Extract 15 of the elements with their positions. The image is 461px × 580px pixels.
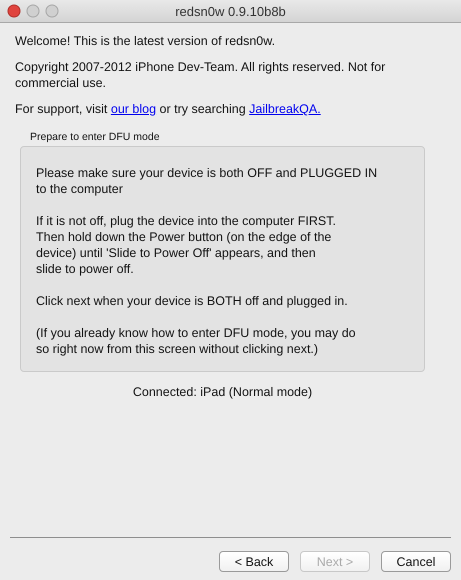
wizard-button[interactable]: Cancel	[381, 551, 451, 572]
blog-link[interactable]: our blog	[110, 102, 156, 116]
intro-text: Copyright 2007-2012 iPhone Dev-Team. All rights reserved. Not for commercial use.	[15, 59, 386, 91]
support-text: For support, visit our blog or try searching JailbreakQA.	[15, 101, 322, 117]
group-label: Prepare to enter DFU mode	[30, 131, 161, 143]
connection-status: Connected: iPad (Normal mode)	[132, 385, 314, 399]
window-title: redsn0w 0.9.10b8b	[175, 4, 286, 18]
instruction-text: Please make sure your device is both OFF and PLUGGED IN to the computer	[36, 165, 378, 197]
jailbreakqa-link[interactable]: JailbreakQA.	[249, 102, 321, 116]
instruction-text: (If you already know how to enter DFU mode, you may do so right now from this screen without clicking next.)	[36, 325, 357, 357]
wizard-button[interactable]: < Back	[219, 551, 289, 572]
instruction-text: If it is not off, plug the device into the computer FIRST. Then hold down the Power button (on the edge of the device) until 'Slide to Power Off' appears, and then slide to power off.	[36, 213, 337, 277]
window-controls-icon[interactable]	[7, 4, 59, 18]
intro-text: Welcome! This is the latest version of redsn0w.	[15, 33, 276, 49]
instruction-text: Click next when your device is BOTH off and plugged in.	[36, 293, 349, 309]
